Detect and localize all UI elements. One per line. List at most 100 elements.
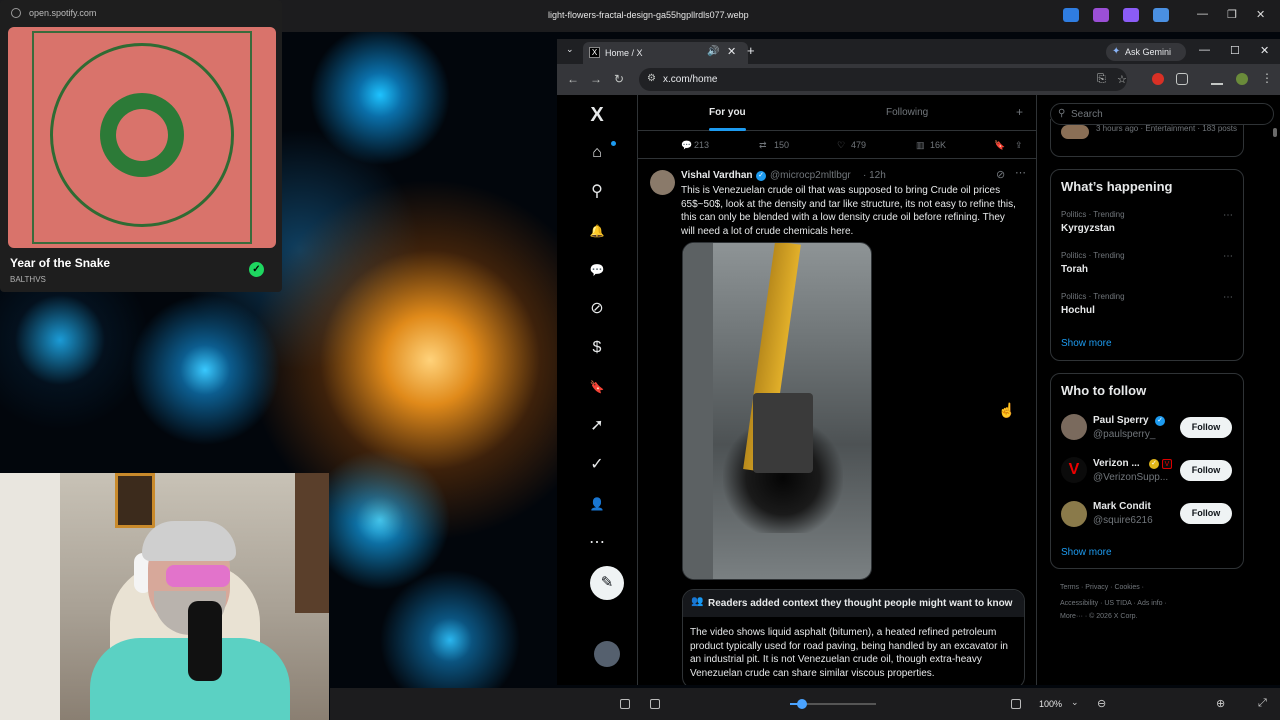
like-icon[interactable]: ♡	[837, 140, 845, 151]
search-box[interactable]: ⚲ Search	[1050, 103, 1274, 125]
cloud-tray-icon[interactable]	[1153, 8, 1169, 22]
bookmark-star-icon[interactable]: ☆	[1117, 73, 1127, 86]
profile-icon[interactable]: 👤	[585, 492, 609, 516]
suggestion-name[interactable]: Paul Sperry	[1093, 415, 1149, 426]
grok-icon[interactable]: ⊘	[585, 297, 609, 321]
more-options-icon[interactable]: ⋯	[1015, 166, 1026, 179]
address-bar[interactable]: ⚙ x.com/home ⎘ ☆	[639, 68, 1127, 91]
suggestion-avatar[interactable]	[1061, 414, 1087, 440]
extensions-icon[interactable]	[1176, 73, 1188, 85]
repost-icon[interactable]: ⇄	[759, 140, 767, 151]
tab-close-icon[interactable]: ✕	[727, 45, 736, 58]
follow-button[interactable]: Follow	[1180, 503, 1232, 524]
forward-icon[interactable]: →	[590, 72, 602, 86]
more-circle-icon[interactable]: ⋯	[585, 531, 609, 555]
fullscreen-icon[interactable]: ⤢	[1258, 697, 1267, 710]
zoom-dropdown-icon[interactable]: ⌄	[1071, 697, 1079, 708]
zoom-in-icon[interactable]: ⊕	[1216, 697, 1225, 710]
speaker-icon[interactable]: 🔊	[707, 46, 719, 57]
zoom-out-icon[interactable]: ⊖	[1097, 697, 1106, 710]
adblock-extension-icon[interactable]	[1152, 73, 1164, 85]
app-tray-icon[interactable]	[1093, 8, 1109, 22]
suggestion-name[interactable]: Mark Condit	[1093, 501, 1151, 512]
tab-for-you[interactable]: For you	[709, 107, 746, 118]
crop-icon[interactable]	[620, 699, 630, 709]
menu-icon[interactable]: ⋮	[1261, 71, 1273, 85]
share-icon[interactable]: ⇪	[1015, 140, 1023, 151]
show-more-follow[interactable]: Show more	[1061, 547, 1112, 558]
track-artist[interactable]: BALTHVS	[10, 275, 46, 284]
show-more-trends[interactable]: Show more	[1061, 338, 1112, 349]
maximize-icon[interactable]: ☐	[1230, 44, 1240, 57]
url-text[interactable]: x.com/home	[663, 74, 717, 85]
trend-name[interactable]: Hochul	[1061, 305, 1095, 316]
home-icon[interactable]: ⌂	[585, 141, 609, 165]
follow-button[interactable]: Follow	[1180, 460, 1232, 481]
trend-more-icon[interactable]: ⋯	[1223, 251, 1233, 262]
install-icon[interactable]: ⎘	[1097, 73, 1106, 86]
rocket-icon[interactable]: ➚	[585, 414, 609, 438]
fit-screen-icon[interactable]	[1011, 699, 1021, 709]
tab-search-icon[interactable]: ⌄	[566, 44, 574, 55]
author-avatar[interactable]	[650, 170, 675, 195]
close-icon[interactable]: ✕	[1256, 8, 1265, 21]
explore-search-icon[interactable]: ⚲	[585, 180, 609, 204]
tab-home-x[interactable]: X Home / X 🔊 ✕	[583, 42, 748, 64]
post-time[interactable]: · 12h	[863, 170, 886, 181]
readers-icon: 👥	[691, 596, 704, 607]
premium-icon[interactable]: $	[585, 336, 609, 360]
x-logo-icon[interactable]: X	[585, 103, 609, 127]
tab-following[interactable]: Following	[886, 107, 928, 118]
suggestion-handle[interactable]: @paulsperry_	[1093, 429, 1155, 440]
author-handle[interactable]: @microcp2mltlbgr	[770, 170, 851, 181]
suggestion-handle[interactable]: @VerizonSupp...	[1093, 472, 1168, 483]
messages-icon[interactable]: 💬	[585, 258, 609, 282]
footer-copyright[interactable]: More··· · © 2026 X Corp.	[1060, 613, 1250, 620]
account-avatar[interactable]	[594, 641, 620, 667]
footer-links[interactable]: Terms · Privacy · Cookies ·	[1060, 584, 1250, 591]
track-title[interactable]: Year of the Snake	[10, 256, 110, 270]
close-icon[interactable]: ✕	[1260, 44, 1269, 57]
reload-icon[interactable]: ↻	[614, 72, 624, 86]
verizon-logo-icon[interactable]: V	[1061, 457, 1087, 483]
suggestion-handle[interactable]: @squire6216	[1093, 515, 1153, 526]
trend-name[interactable]: Torah	[1061, 264, 1088, 275]
restore-icon[interactable]: ❐	[1227, 8, 1237, 21]
profile-avatar-icon[interactable]	[1236, 73, 1248, 85]
verified-orgs-icon[interactable]: ✓	[585, 453, 609, 477]
album-art[interactable]	[8, 27, 276, 248]
site-info-icon[interactable]: ⚙	[647, 73, 656, 84]
media-controls-icon[interactable]	[1211, 73, 1223, 85]
trend-name[interactable]: Kyrgyzstan	[1061, 223, 1115, 234]
text-scan-icon[interactable]	[650, 699, 660, 709]
tweet[interactable]: Vishal Vardhan ✓ @microcp2mltlbgr · 12h …	[638, 161, 1036, 685]
app-tray-icon[interactable]	[1063, 8, 1079, 22]
bookmark-icon[interactable]: 🔖	[994, 140, 1005, 151]
suggestion-name[interactable]: Verizon ...	[1093, 458, 1140, 469]
post-video[interactable]	[682, 242, 872, 580]
ask-gemini-button[interactable]: ✦ Ask Gemini	[1106, 43, 1186, 61]
add-feed-icon[interactable]: +	[1016, 105, 1023, 119]
zoom-level[interactable]: 100%	[1039, 699, 1062, 709]
post-compose-button[interactable]: ✎	[590, 566, 624, 600]
back-icon[interactable]: ←	[567, 72, 579, 86]
app-tray-icon[interactable]	[1123, 8, 1139, 22]
views-icon[interactable]: ▥	[916, 140, 925, 151]
trend-more-icon[interactable]: ⋯	[1223, 292, 1233, 303]
notifications-bell-icon[interactable]: 🔔	[585, 219, 609, 243]
scrollbar-thumb[interactable]	[1273, 128, 1277, 137]
reply-icon[interactable]: 💬	[681, 140, 692, 151]
follow-button[interactable]: Follow	[1180, 417, 1232, 438]
suggestion-avatar[interactable]	[1061, 501, 1087, 527]
trend-more-icon[interactable]: ⋯	[1223, 210, 1233, 221]
liked-check-icon[interactable]: ✓	[249, 262, 264, 277]
zoom-slider-thumb[interactable]	[797, 699, 808, 709]
grok-icon[interactable]: ⊘	[996, 168, 1005, 181]
minimize-icon[interactable]: —	[1197, 8, 1208, 20]
minimize-icon[interactable]: —	[1199, 44, 1210, 56]
community-note-body: The video shows liquid asphalt (bitumen)…	[690, 627, 1008, 679]
author-name[interactable]: Vishal Vardhan	[681, 170, 753, 181]
new-tab-icon[interactable]: +	[747, 43, 755, 58]
bookmarks-icon[interactable]: 🔖	[585, 375, 609, 399]
footer-links[interactable]: Accessibility · US TIDA · Ads info ·	[1060, 600, 1250, 607]
